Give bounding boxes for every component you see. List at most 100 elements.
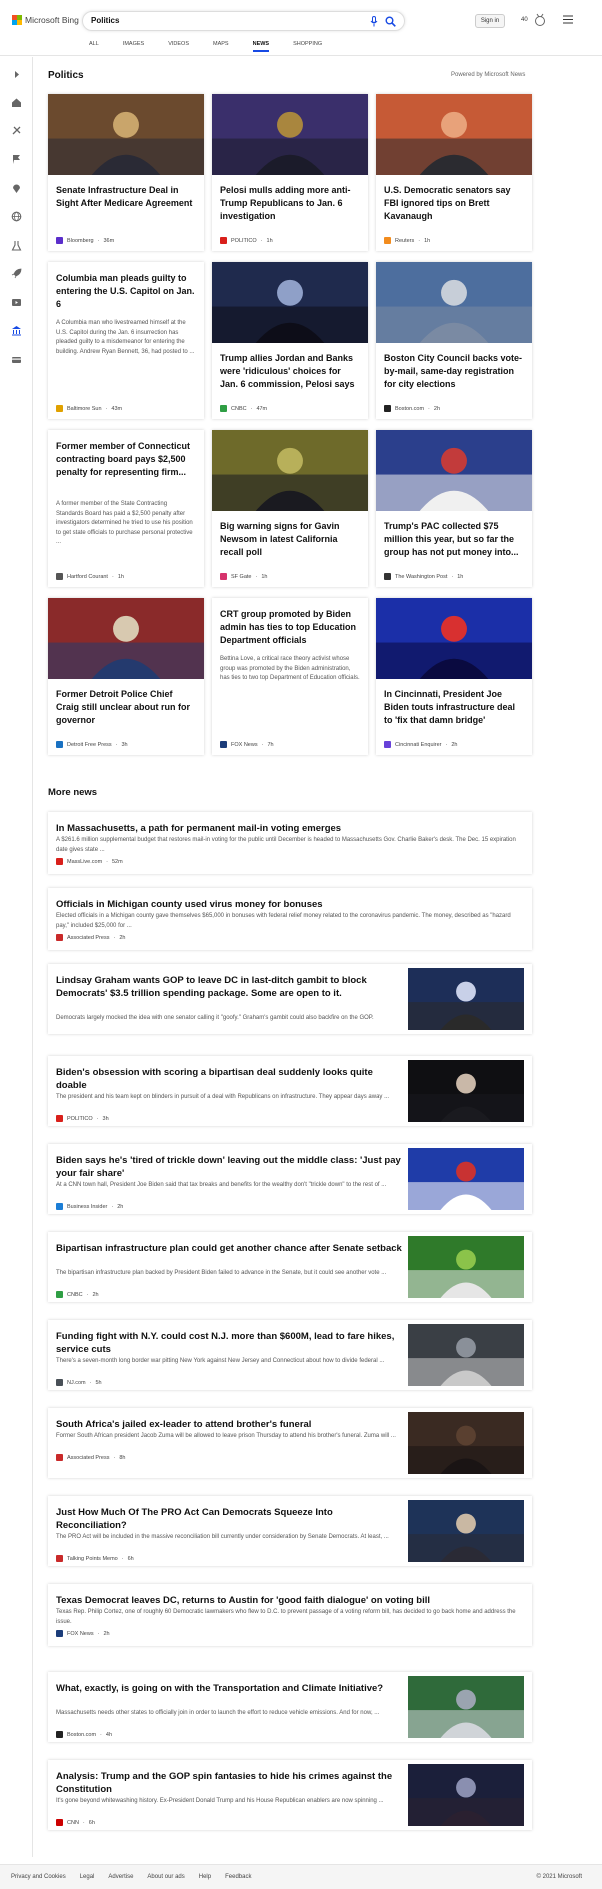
more-news-item[interactable]: Biden says he's 'tired of trickle down' … <box>48 1144 532 1214</box>
bing-logo[interactable]: Microsoft Bing <box>12 15 79 25</box>
card-source[interactable]: Baltimore Sun · 43m <box>56 405 122 412</box>
newsom-photo[interactable] <box>212 430 368 511</box>
more-news-item[interactable]: Bipartisan infrastructure plan could get… <box>48 1232 532 1302</box>
tab-shopping[interactable]: SHOPPING <box>293 41 322 47</box>
cincinnati-photo[interactable] <box>376 598 532 679</box>
trump-photo[interactable] <box>376 430 532 511</box>
tab-news[interactable]: NEWS <box>252 41 269 52</box>
card-source[interactable]: Reuters · 1h <box>384 237 430 244</box>
news-headline[interactable]: Biden says he's 'tired of trickle down' … <box>56 1154 406 1180</box>
news-headline[interactable]: Lindsay Graham wants GOP to leave DC in … <box>56 974 406 1000</box>
sports-icon[interactable] <box>11 125 22 136</box>
section-title[interactable]: Politics <box>48 70 84 81</box>
more-news-item[interactable]: Analysis: Trump and the GOP spin fantasi… <box>48 1760 532 1830</box>
card-headline[interactable]: Former Detroit Police Chief Craig still … <box>56 688 196 727</box>
tab-images[interactable]: IMAGES <box>123 41 144 47</box>
news-source[interactable]: Associated Press · 2h <box>56 934 125 941</box>
hamburger-menu-icon[interactable] <box>563 15 573 24</box>
news-source[interactable]: CNBC · 2h <box>56 1291 99 1298</box>
money-icon[interactable] <box>11 354 22 365</box>
biden-dark-photo[interactable] <box>408 1060 524 1122</box>
news-source[interactable]: MassLive.com · 52m <box>56 858 123 865</box>
card-source[interactable]: Cincinnati Enquirer · 2h <box>384 741 457 748</box>
card-source[interactable]: Boston.com · 2h <box>384 405 440 412</box>
biden-tree-photo[interactable] <box>408 1236 524 1298</box>
home-icon[interactable] <box>11 97 22 108</box>
card-source[interactable]: CNBC · 47m <box>220 405 267 412</box>
more-news-item[interactable]: Officials in Michigan county used virus … <box>48 888 532 950</box>
news-source[interactable]: NJ.com · 5h <box>56 1379 102 1386</box>
card-headline[interactable]: Boston City Council backs vote-by-mail, … <box>384 352 524 391</box>
news-headline[interactable]: South Africa's jailed ex-leader to atten… <box>56 1418 406 1431</box>
news-source[interactable]: Associated Press · 8h <box>56 1454 125 1461</box>
pelosi-photo[interactable] <box>212 94 368 175</box>
flag-icon[interactable] <box>11 154 22 165</box>
news-card[interactable]: Trump's PAC collected $75 million this y… <box>376 430 532 587</box>
biden-townhall-photo[interactable] <box>408 1148 524 1210</box>
senators-photo[interactable] <box>408 968 524 1030</box>
card-source[interactable]: The Washington Post · 1h <box>384 573 463 580</box>
card-source[interactable]: Hartford Courant · 1h <box>56 573 124 580</box>
schumer-photo[interactable] <box>408 1500 524 1562</box>
trump-podium-photo[interactable] <box>408 1764 524 1826</box>
news-source[interactable]: Talking Points Memo · 6h <box>56 1555 134 1562</box>
news-card[interactable]: Boston City Council backs vote-by-mail, … <box>376 262 532 419</box>
card-headline[interactable]: Senate Infrastructure Deal in Sight Afte… <box>56 184 196 210</box>
rewards-points[interactable]: 40 <box>521 17 528 23</box>
microphone-icon[interactable] <box>370 16 378 27</box>
politics-icon[interactable] <box>11 325 22 336</box>
rewards-medal-icon[interactable] <box>533 13 547 27</box>
card-source[interactable]: Detroit Free Press · 3h <box>56 741 128 748</box>
card-headline[interactable]: Columbia man pleads guilty to entering t… <box>56 272 196 311</box>
news-card[interactable]: U.S. Democratic senators say FBI ignored… <box>376 94 532 251</box>
more-news-item[interactable]: Funding fight with N.Y. could cost N.J. … <box>48 1320 532 1390</box>
search-icon[interactable] <box>385 16 396 27</box>
news-source[interactable]: Boston.com · 4h <box>56 1731 112 1738</box>
news-card[interactable]: Senate Infrastructure Deal in Sight Afte… <box>48 94 204 251</box>
more-news-item[interactable]: Just How Much Of The PRO Act Can Democra… <box>48 1496 532 1566</box>
footer-link-help[interactable]: Help <box>199 1874 211 1880</box>
entertainment-icon[interactable] <box>11 297 22 308</box>
card-headline[interactable]: U.S. Democratic senators say FBI ignored… <box>384 184 524 223</box>
news-card[interactable]: Trump allies Jordan and Banks were 'ridi… <box>212 262 368 419</box>
card-headline[interactable]: Trump allies Jordan and Banks were 'ridi… <box>220 352 360 391</box>
news-source[interactable]: CNN · 6h <box>56 1819 95 1826</box>
news-card[interactable]: CRT group promoted by Biden admin has ti… <box>212 598 368 755</box>
more-news-item[interactable]: In Massachusetts, a path for permanent m… <box>48 812 532 874</box>
news-card[interactable]: Big warning signs for Gavin Newsom in la… <box>212 430 368 587</box>
news-headline[interactable]: What, exactly, is going on with the Tran… <box>56 1682 406 1695</box>
card-source[interactable]: FOX News · 7h <box>220 741 274 748</box>
news-card[interactable]: Former member of Connecticut contracting… <box>48 430 204 587</box>
powered-by-label[interactable]: Powered by Microsoft News <box>451 72 525 78</box>
more-news-item[interactable]: Biden's obsession with scoring a biparti… <box>48 1056 532 1126</box>
globe-icon[interactable] <box>11 211 22 222</box>
footer-link-advertise[interactable]: Advertise <box>108 1874 133 1880</box>
tab-all[interactable]: ALL <box>89 41 99 47</box>
news-card[interactable]: Pelosi mulls adding more anti-Trump Repu… <box>212 94 368 251</box>
card-headline[interactable]: Former member of Connecticut contracting… <box>56 440 196 479</box>
sign-in-button[interactable]: Sign in <box>475 14 505 28</box>
card-headline[interactable]: Trump's PAC collected $75 million this y… <box>384 520 524 559</box>
card-headline[interactable]: CRT group promoted by Biden admin has ti… <box>220 608 360 647</box>
zuma-photo[interactable] <box>408 1412 524 1474</box>
tab-maps[interactable]: MAPS <box>213 41 229 47</box>
news-source[interactable]: FOX News · 2h <box>56 1630 110 1637</box>
news-card[interactable]: In Cincinnati, President Joe Biden touts… <box>376 598 532 755</box>
location-icon[interactable] <box>11 183 22 194</box>
news-headline[interactable]: Texas Democrat leaves DC, returns to Aus… <box>56 1594 524 1607</box>
card-headline[interactable]: Pelosi mulls adding more anti-Trump Repu… <box>220 184 360 223</box>
more-news-item[interactable]: Texas Democrat leaves DC, returns to Aus… <box>48 1584 532 1646</box>
footer-link-feedback[interactable]: Feedback <box>225 1874 251 1880</box>
card-source[interactable]: Bloomberg · 36m <box>56 237 114 244</box>
news-headline[interactable]: Bipartisan infrastructure plan could get… <box>56 1242 406 1255</box>
footer-link-about-ads[interactable]: About our ads <box>147 1874 184 1880</box>
search-box[interactable]: Politics <box>82 11 405 31</box>
card-headline[interactable]: In Cincinnati, President Joe Biden touts… <box>384 688 524 727</box>
card-headline[interactable]: Big warning signs for Gavin Newsom in la… <box>220 520 360 559</box>
subway-photo[interactable] <box>408 1324 524 1386</box>
kavanaugh-photo[interactable] <box>376 94 532 175</box>
more-news-item[interactable]: Lindsay Graham wants GOP to leave DC in … <box>48 964 532 1034</box>
expand-icon[interactable] <box>11 69 22 80</box>
more-news-item[interactable]: South Africa's jailed ex-leader to atten… <box>48 1408 532 1478</box>
news-headline[interactable]: Analysis: Trump and the GOP spin fantasi… <box>56 1770 406 1796</box>
